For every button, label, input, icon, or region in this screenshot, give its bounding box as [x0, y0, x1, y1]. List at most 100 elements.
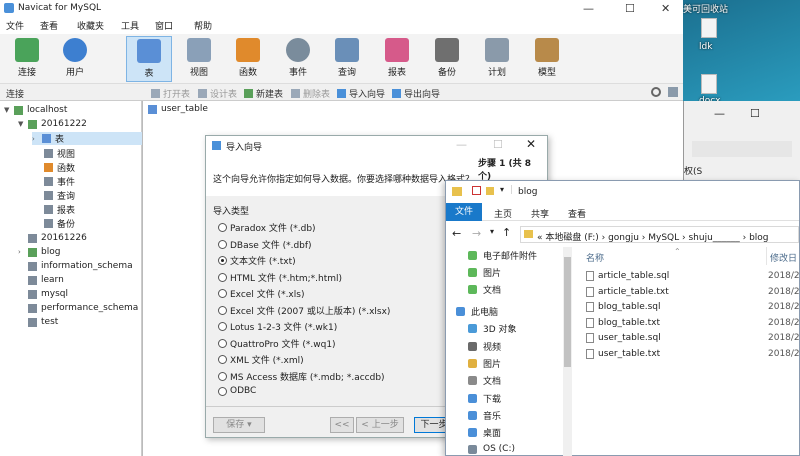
open-table-button[interactable]: 打开表 [151, 87, 190, 100]
toolbar-table[interactable]: 表 [126, 36, 172, 82]
tree-item-db[interactable]: 20161226 [28, 233, 87, 243]
import-type-option[interactable]: Paradox 文件 (*.db) [218, 221, 316, 234]
wizard-close-button[interactable]: ✕ [526, 137, 536, 151]
toolbar-connect[interactable]: 连接 [4, 36, 50, 82]
toolbar-query[interactable]: 查询 [324, 36, 370, 82]
radio-button[interactable] [218, 338, 227, 348]
radio-button[interactable] [218, 386, 227, 396]
toolbar-user[interactable]: 用户 [52, 36, 98, 82]
search-icon[interactable] [651, 87, 661, 97]
tree-item-tables[interactable]: › 表 [32, 132, 142, 145]
import-wizard-button[interactable]: 导入向导 [337, 87, 385, 100]
nav-item[interactable]: 图片 [468, 266, 501, 279]
column-divider[interactable] [766, 247, 767, 265]
file-row[interactable]: article_table.txt [586, 286, 669, 297]
import-type-option[interactable]: QuattroPro 文件 (*.wq1) [218, 337, 336, 350]
tree-item-db[interactable]: learn [28, 275, 64, 285]
minimize-button[interactable]: — [583, 2, 594, 15]
import-type-option[interactable]: Excel 文件 (*.xls) [218, 287, 304, 300]
table-item[interactable]: user_table [148, 104, 208, 114]
nav-scrollbar[interactable] [563, 247, 572, 456]
menu-window[interactable]: 窗口 [155, 19, 173, 32]
tree-item-db[interactable]: test [28, 317, 58, 327]
import-type-option[interactable]: DBase 文件 (*.dbf) [218, 238, 312, 251]
file-row[interactable]: blog_table.sql [586, 302, 661, 313]
nav-item[interactable]: 桌面 [468, 426, 501, 439]
new-table-button[interactable]: 新建表 [244, 87, 283, 100]
radio-button[interactable] [218, 272, 227, 282]
menu-help[interactable]: 帮助 [194, 19, 212, 32]
toolbar-schedule[interactable]: 计划 [474, 36, 520, 82]
tree-item-backups[interactable]: 备份 [44, 217, 75, 230]
properties-icon[interactable] [472, 186, 481, 195]
nav-item[interactable]: 下载 [468, 392, 501, 405]
column-date[interactable]: 修改日 [770, 251, 797, 264]
toolbar-model[interactable]: 模型 [524, 36, 570, 82]
tree-item-queries[interactable]: 查询 [44, 189, 75, 202]
nav-item[interactable]: 文档 [468, 374, 501, 387]
radio-button[interactable] [218, 223, 227, 232]
menu-favorites[interactable]: 收藏夹 [77, 19, 104, 32]
menu-tools[interactable]: 工具 [121, 19, 139, 32]
forward-arrow-icon[interactable]: → [472, 227, 481, 240]
nav-item[interactable]: 视频 [468, 340, 501, 353]
nav-item[interactable]: 图片 [468, 357, 501, 370]
tree-item-events[interactable]: 事件 [44, 175, 75, 188]
tree-item-reports[interactable]: 报表 [44, 203, 75, 216]
import-type-option[interactable]: MS Access 数据库 (*.mdb; *.accdb) [218, 370, 385, 383]
bg-minimize-button[interactable]: — [714, 107, 725, 120]
menu-file[interactable]: 文件 [6, 19, 24, 32]
nav-item[interactable]: 3D 对象 [468, 322, 517, 335]
radio-button[interactable] [218, 256, 227, 265]
toolbar-report[interactable]: 报表 [374, 36, 420, 82]
delete-table-button[interactable]: 删除表 [291, 87, 330, 100]
list-view-icon[interactable] [668, 87, 678, 97]
close-button[interactable]: ✕ [661, 2, 670, 15]
recent-dropdown-icon[interactable]: ▾ [490, 227, 494, 236]
bg-maximize-button[interactable]: ☐ [750, 107, 760, 120]
wizard-minimize-button[interactable]: — [456, 138, 467, 151]
desktop-doc-icon[interactable] [701, 74, 717, 94]
radio-button[interactable] [218, 239, 227, 249]
import-type-option[interactable]: 文本文件 (*.txt) [218, 254, 296, 267]
tab-file[interactable]: 文件 [446, 203, 482, 221]
up-arrow-icon[interactable]: ↑ [502, 226, 511, 239]
radio-button[interactable] [218, 289, 227, 298]
column-name[interactable]: 名称 [586, 251, 604, 264]
desktop-file-icon[interactable] [701, 18, 717, 38]
import-type-option[interactable]: HTML 文件 (*.htm;*.html) [218, 271, 342, 284]
menu-view[interactable]: 查看 [40, 19, 58, 32]
import-type-option[interactable]: Lotus 1-2-3 文件 (*.wk1) [218, 320, 337, 333]
save-button[interactable]: 保存 ▾ [213, 417, 265, 433]
tree-item-db[interactable]: performance_schema [28, 303, 138, 313]
tab-home[interactable]: 主页 [494, 207, 512, 220]
nav-item[interactable]: 电子邮件附件 [468, 249, 537, 262]
quick-access-dropdown-icon[interactable]: ▾ [500, 185, 504, 194]
design-table-button[interactable]: 设计表 [198, 87, 237, 100]
nav-item[interactable]: 文档 [468, 283, 501, 296]
wizard-maximize-button[interactable]: ☐ [493, 138, 503, 151]
nav-item[interactable]: OS (C:) [468, 444, 515, 454]
new-folder-icon[interactable] [486, 187, 494, 195]
nav-item[interactable]: 此电脑 [456, 305, 498, 318]
prev-step-button[interactable]: < 上一步 [356, 417, 404, 433]
file-row[interactable]: blog_table.txt [586, 317, 660, 328]
tree-item-localhost[interactable]: ▼ localhost [4, 105, 67, 115]
tab-view[interactable]: 查看 [568, 207, 586, 220]
file-row[interactable]: article_table.sql [586, 271, 669, 281]
back-arrow-icon[interactable]: ← [452, 227, 461, 240]
file-row[interactable]: user_table.txt [586, 349, 660, 359]
tree-item-db[interactable]: information_schema [28, 261, 133, 271]
export-wizard-button[interactable]: 导出向导 [392, 87, 440, 100]
import-type-option[interactable]: Excel 文件 (2007 或以上版本) (*.xlsx) [218, 304, 390, 317]
import-type-option[interactable]: XML 文件 (*.xml) [218, 353, 304, 366]
nav-scrollbar-thumb[interactable] [564, 257, 571, 367]
radio-button[interactable] [218, 355, 227, 364]
first-step-button[interactable]: << [330, 417, 354, 433]
tree-item-views[interactable]: 视图 [44, 147, 75, 160]
toolbar-view[interactable]: 视图 [176, 36, 222, 82]
toolbar-backup[interactable]: 备份 [424, 36, 470, 82]
address-bar[interactable]: « 本地磁盘 (F:) › gongju › MySQL › shuju____… [520, 226, 799, 243]
tree-item-db-20161222[interactable]: ▼ 20161222 [18, 119, 87, 129]
toolbar-event[interactable]: 事件 [275, 36, 321, 82]
